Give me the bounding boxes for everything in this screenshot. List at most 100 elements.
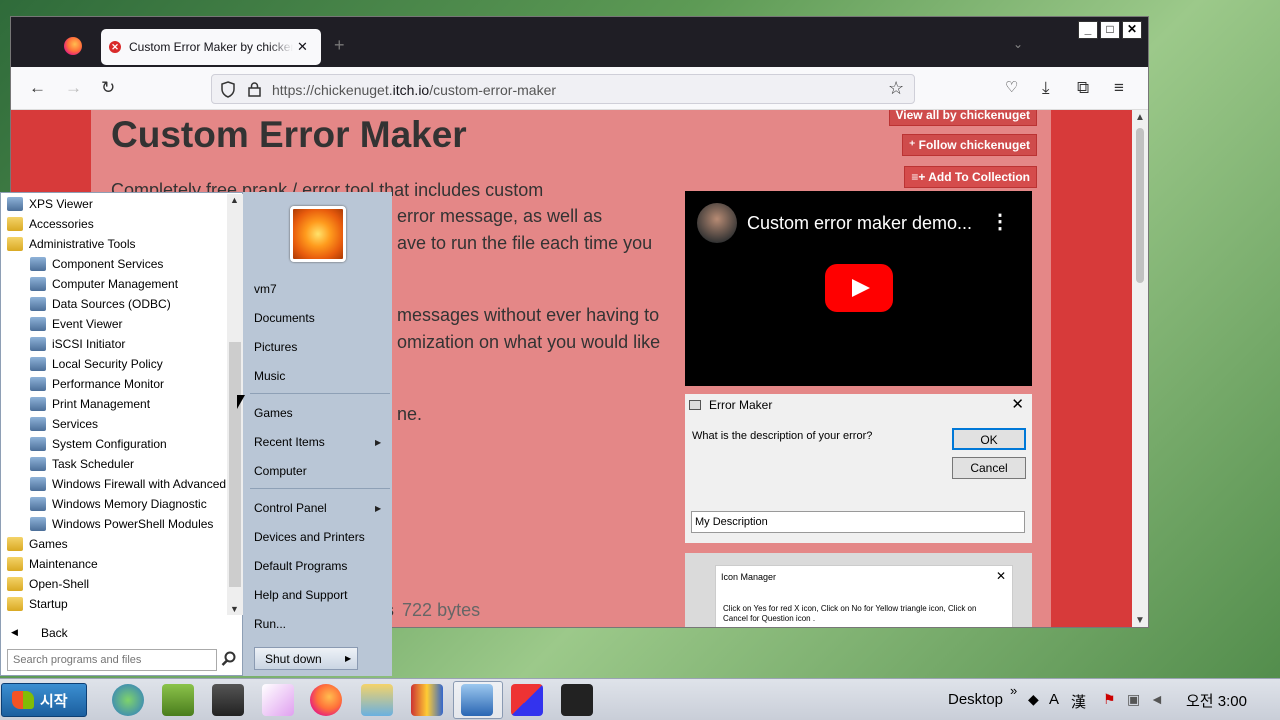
scrollbar-thumb[interactable] — [229, 342, 241, 587]
add-to-collection-button[interactable]: ≡+ Add To Collection — [904, 166, 1037, 188]
program-item[interactable]: Windows Firewall with Advanced — [1, 474, 227, 494]
shutdown-button[interactable]: Shut down ▶ — [254, 647, 358, 670]
more-options-icon[interactable]: ⋮ — [990, 209, 1010, 234]
program-item[interactable]: Local Security Policy — [1, 354, 227, 374]
bookmark-star-icon[interactable]: ☆ — [888, 78, 904, 99]
program-item[interactable]: Startup — [1, 594, 227, 614]
program-item[interactable]: Accessories — [1, 214, 227, 234]
user-picture[interactable] — [290, 206, 346, 262]
program-item[interactable]: System Configuration — [1, 434, 227, 454]
program-item[interactable]: Task Scheduler — [1, 454, 227, 474]
scroll-down-icon[interactable]: ▼ — [1135, 615, 1145, 626]
program-item[interactable]: Administrative Tools — [1, 234, 227, 254]
video-title[interactable]: Custom error maker demo... — [747, 213, 972, 234]
ime-hanja[interactable]: 漢 — [1071, 691, 1086, 712]
programs-pane: XPS Viewer Accessories Administrative Tool… — [0, 192, 243, 676]
search-input[interactable] — [7, 649, 217, 671]
notepad-app-icon[interactable] — [162, 684, 194, 716]
explorer-app-icon[interactable] — [361, 684, 393, 716]
program-item[interactable]: Computer Management — [1, 274, 227, 294]
close-tab-icon[interactable]: ✕ — [297, 39, 308, 55]
close-button[interactable]: ✕ — [1122, 21, 1142, 39]
tab-custom-error-maker[interactable]: ✕ Custom Error Maker by chickenuget ✕ — [101, 29, 321, 65]
program-item[interactable]: Games — [1, 534, 227, 554]
program-item[interactable]: iSCSI Initiator — [1, 334, 227, 354]
paint-app-icon[interactable] — [262, 684, 294, 716]
forward-arrow-icon[interactable]: → — [65, 78, 82, 98]
program-item[interactable]: Performance Monitor — [1, 374, 227, 394]
scroll-up-icon[interactable]: ▲ — [230, 195, 239, 205]
pocket-icon[interactable]: ♡ — [1005, 78, 1018, 96]
program-item[interactable]: Event Viewer — [1, 314, 227, 334]
terminal-app-icon[interactable] — [561, 684, 593, 716]
program-item[interactable]: Component Services — [1, 254, 227, 274]
scroll-down-icon[interactable]: ▼ — [230, 604, 239, 614]
ime-mode-a[interactable]: A — [1049, 691, 1059, 708]
action-center-icon[interactable]: ⚑ — [1103, 691, 1119, 707]
program-item[interactable]: Windows PowerShell Modules — [1, 514, 227, 534]
list-tabs-chevron-icon[interactable]: ⌄ — [1013, 37, 1023, 51]
control-panel-item[interactable]: Control Panel — [254, 501, 327, 515]
ime-icon[interactable]: ◆ — [1028, 691, 1044, 707]
component-services-icon — [30, 257, 46, 271]
program-item[interactable]: Maintenance — [1, 554, 227, 574]
program-item[interactable]: Open-Shell — [1, 574, 227, 594]
window-controls: _ □ ✕ — [1078, 21, 1142, 39]
shutdown-options-arrow-icon[interactable]: ▶ — [345, 654, 351, 663]
start-button[interactable]: 시작 — [1, 683, 87, 717]
error-maker-app-icon[interactable] — [511, 684, 543, 716]
firefox-icon[interactable] — [64, 37, 82, 55]
new-tab-icon[interactable]: + — [334, 35, 345, 56]
desktop-toolbar[interactable]: Desktop — [948, 691, 1003, 708]
default-programs-item[interactable]: Default Programs — [254, 559, 347, 573]
url-bar[interactable]: https://chickenuget.itch.io/custom-error… — [211, 74, 915, 104]
documents-item[interactable]: Documents — [254, 311, 315, 325]
back-arrow-icon[interactable]: ← — [29, 78, 46, 98]
run-item[interactable]: Run... — [254, 617, 286, 631]
user-folder-item[interactable]: vm7 — [254, 282, 277, 296]
help-support-item[interactable]: Help and Support — [254, 588, 347, 602]
back-button[interactable]: ◀ Back — [1, 621, 241, 645]
volume-icon[interactable]: ◄ — [1150, 691, 1166, 707]
program-item[interactable]: Data Sources (ODBC) — [1, 294, 227, 314]
channel-avatar[interactable] — [697, 203, 737, 243]
program-item[interactable]: Services — [1, 414, 227, 434]
page-scrollbar[interactable]: ▲ ▼ — [1132, 110, 1148, 627]
recent-items-item[interactable]: Recent Items — [254, 435, 325, 449]
play-button-icon[interactable] — [825, 264, 893, 312]
toolbar-overflow-icon[interactable]: » — [1010, 683, 1017, 698]
movie-maker-icon[interactable] — [212, 684, 244, 716]
menu-hamburger-icon[interactable]: ≡ — [1114, 78, 1124, 98]
scroll-up-icon[interactable]: ▲ — [1135, 112, 1145, 123]
program-item[interactable]: XPS Viewer — [1, 194, 227, 214]
windows-logo-icon — [12, 691, 34, 709]
downloads-icon[interactable]: ⤓ — [1042, 78, 1050, 98]
devices-printers-item[interactable]: Devices and Printers — [254, 530, 365, 544]
lock-icon[interactable] — [248, 82, 261, 97]
music-item[interactable]: Music — [254, 369, 285, 383]
firefox-taskbar-icon[interactable] — [310, 684, 342, 716]
maximize-button[interactable]: □ — [1100, 21, 1120, 39]
program-item[interactable]: Print Management — [1, 394, 227, 414]
scrollbar-thumb[interactable] — [1136, 128, 1144, 283]
shield-icon[interactable] — [220, 81, 236, 98]
clock[interactable]: 오전 3:00 — [1186, 690, 1247, 711]
reload-icon[interactable]: ↻ — [101, 78, 115, 98]
extensions-puzzle-icon[interactable]: ⧉ — [1077, 78, 1089, 98]
search-icon[interactable] — [221, 651, 237, 667]
program-item[interactable]: Windows Memory Diagnostic — [1, 494, 227, 514]
follow-button[interactable]: ⁺ Follow chickenuget — [901, 134, 1037, 156]
winrar-app-icon[interactable] — [411, 684, 443, 716]
games-item[interactable]: Games — [254, 406, 293, 420]
description-field-image: My Description — [691, 511, 1025, 533]
minimize-button[interactable]: _ — [1078, 21, 1098, 39]
pictures-item[interactable]: Pictures — [254, 340, 297, 354]
network-icon[interactable]: ▣ — [1127, 691, 1143, 707]
youtube-video[interactable]: Custom error maker demo... ⋮ — [685, 191, 1032, 386]
control-panel-app-icon[interactable] — [461, 684, 493, 716]
view-all-button[interactable]: View all by chickenuget — [888, 110, 1037, 126]
taskbar: 시작 Desktop » ◆ A 漢 ⚑ ▣ ◄ 오전 3:00 — [0, 678, 1280, 720]
submenu-arrow-icon: ▶ — [375, 504, 382, 513]
globe-app-icon[interactable] — [112, 684, 144, 716]
computer-item[interactable]: Computer — [254, 464, 307, 478]
